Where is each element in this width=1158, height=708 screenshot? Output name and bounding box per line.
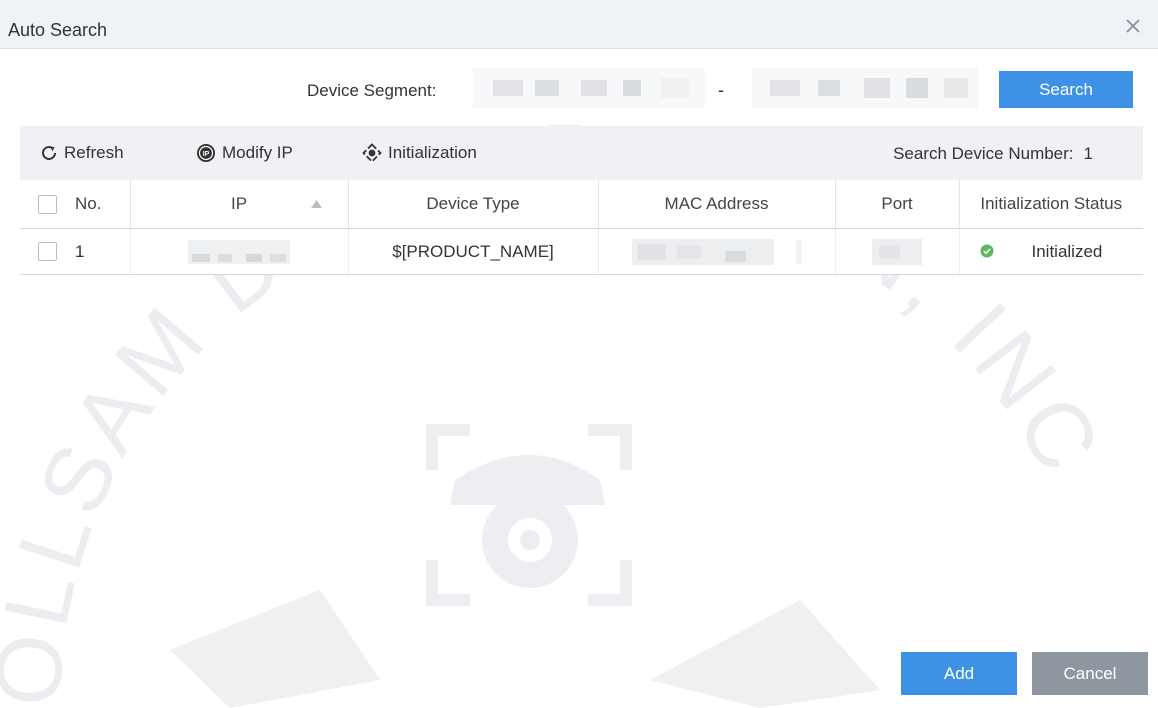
header-ip-label: IP [230, 194, 248, 213]
blurred-ip-start [473, 68, 705, 108]
initialization-label: Initialization [388, 143, 477, 162]
cell-port [835, 228, 960, 275]
search-button[interactable]: Search [999, 71, 1133, 108]
row-checkbox[interactable] [38, 242, 57, 262]
blurred-port [871, 238, 923, 265]
cell-ip [130, 228, 349, 275]
segment-start-input[interactable] [473, 66, 705, 110]
ip-icon: IP [197, 144, 215, 162]
close-icon[interactable] [1122, 15, 1144, 37]
blurred-ip-end [752, 68, 978, 108]
table-row[interactable]: 1 $[PRODUCT_NAME] Initialized [20, 228, 1143, 275]
device-toolbar: Refresh IP Modify IP Initialization Sear… [20, 126, 1143, 180]
header-ip[interactable]: IP [130, 180, 349, 229]
header-mac: MAC Address [598, 180, 836, 229]
search-device-count: Search Device Number: 1 [893, 144, 1093, 164]
sort-ascending-icon[interactable] [310, 200, 322, 208]
header-status: Initialization Status [959, 180, 1143, 229]
blurred-mac [631, 238, 802, 265]
add-button[interactable]: Add [901, 652, 1017, 695]
svg-text:IP: IP [203, 151, 210, 158]
cell-mac [598, 228, 836, 275]
initialization-button[interactable]: Initialization [362, 143, 477, 163]
search-count-value: 1 [1083, 144, 1093, 163]
device-table: No. IP Device Type MAC Address Port Init… [20, 180, 1143, 275]
cell-no: 1 [20, 228, 131, 275]
modify-ip-label: Modify IP [222, 143, 293, 162]
segment-end-input[interactable] [752, 66, 978, 110]
dialog-title: Auto Search [8, 20, 108, 40]
refresh-label: Refresh [64, 143, 124, 162]
cell-device-type: $[PRODUCT_NAME] [348, 228, 599, 275]
select-all-checkbox[interactable] [38, 194, 57, 214]
refresh-button[interactable]: Refresh [40, 143, 124, 163]
modify-ip-button[interactable]: IP Modify IP [196, 143, 293, 163]
dialog-titlebar: Auto Search [0, 0, 1158, 49]
header-no-label: No. [75, 194, 102, 214]
header-port: Port [835, 180, 960, 229]
device-segment-label: Device Segment: [307, 81, 437, 100]
search-count-label: Search Device Number: [893, 144, 1074, 163]
header-no: No. [20, 180, 131, 229]
segment-separator: - [718, 80, 724, 100]
check-circle-icon [980, 244, 993, 258]
row-no: 1 [75, 241, 85, 261]
cancel-button[interactable]: Cancel [1032, 652, 1148, 695]
cell-status: Initialized [959, 228, 1143, 275]
refresh-icon [42, 145, 56, 160]
table-header-row: No. IP Device Type MAC Address Port Init… [20, 180, 1143, 229]
initialization-icon [362, 143, 382, 163]
header-device-type: Device Type [348, 180, 599, 229]
blurred-ip [188, 239, 290, 264]
status-text: Initialized [1031, 242, 1103, 261]
